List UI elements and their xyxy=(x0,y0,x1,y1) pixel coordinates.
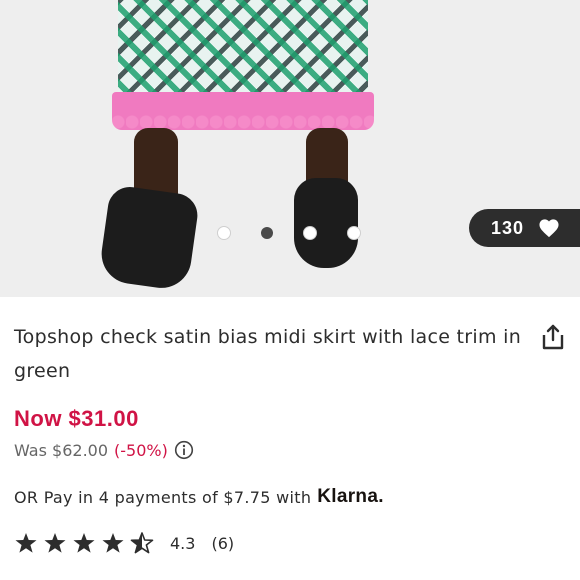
product-title: Topshop check satin bias midi skirt with… xyxy=(14,326,522,382)
star-icon xyxy=(44,533,66,553)
share-icon[interactable] xyxy=(540,324,566,350)
product-image[interactable]: 130 xyxy=(0,0,580,297)
likes-count: 130 xyxy=(491,217,525,238)
current-price: Now $31.00 xyxy=(14,406,139,431)
discount-percent: (-50%) xyxy=(114,440,168,460)
rating-stars xyxy=(14,532,154,554)
klarna-logo: Klarna. xyxy=(317,486,384,507)
star-icon xyxy=(15,533,37,553)
was-price-row: Was $62.00 (-50%) xyxy=(14,440,566,460)
gallery-dot[interactable] xyxy=(303,226,317,240)
title-row: Topshop check satin bias midi skirt with… xyxy=(14,320,566,388)
lace-trim-illustration xyxy=(112,92,374,130)
review-count: (6) xyxy=(211,533,235,553)
heart-icon xyxy=(539,219,559,238)
star-icon xyxy=(73,533,95,553)
star-icon xyxy=(102,533,124,553)
gallery-dot-active[interactable] xyxy=(261,227,273,239)
rating-value: 4.3 xyxy=(170,533,196,553)
gallery-pagination xyxy=(217,226,361,240)
rating-row[interactable]: 4.3 (6) xyxy=(14,532,566,554)
half-star-icon xyxy=(130,532,154,554)
info-icon[interactable] xyxy=(174,440,194,460)
was-price: Was $62.00 xyxy=(14,440,109,460)
gallery-dot[interactable] xyxy=(347,226,361,240)
left-sandal-illustration xyxy=(97,184,201,292)
installment-row[interactable]: OR Pay in 4 payments of $7.75 with Klarn… xyxy=(14,486,566,508)
right-sandal-illustration xyxy=(294,178,358,268)
likes-button[interactable]: 130 xyxy=(469,209,580,247)
product-details: Topshop check satin bias midi skirt with… xyxy=(14,300,566,554)
gallery-dot[interactable] xyxy=(217,226,231,240)
installment-text: OR Pay in 4 payments of $7.75 with xyxy=(14,487,312,507)
